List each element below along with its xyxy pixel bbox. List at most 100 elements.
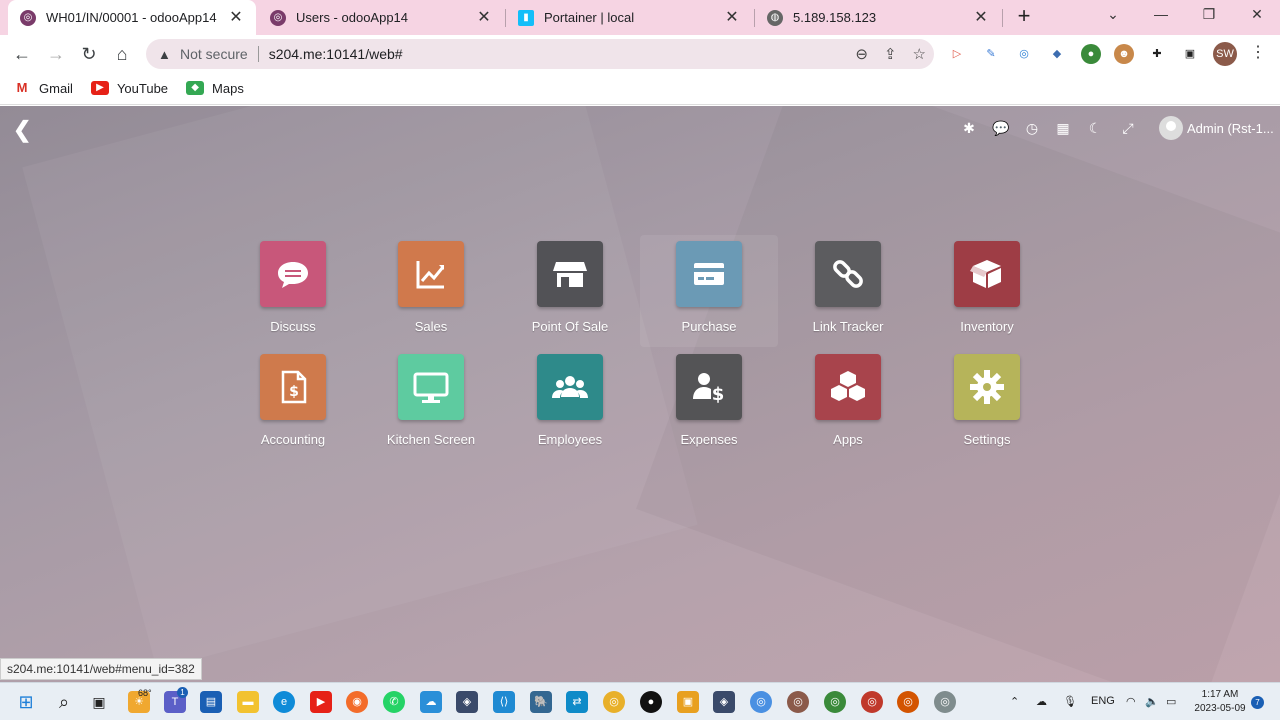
fullscreen-icon[interactable]: ⤢ <box>1119 120 1137 137</box>
moon-icon[interactable]: ☾ <box>1086 120 1104 137</box>
app-label: Employees <box>537 432 603 447</box>
close-icon[interactable]: ✕ <box>476 9 492 26</box>
whatsapp-icon[interactable]: ✆ <box>383 691 405 713</box>
chrome-profile-g-icon[interactable]: ◎ <box>824 691 846 713</box>
extension-globe-icon[interactable]: ● <box>1081 44 1101 64</box>
zoom-icon[interactable]: ⊖ <box>855 45 868 63</box>
bookmark-gmail[interactable]: M Gmail <box>13 81 73 96</box>
share-icon[interactable]: ⇪ <box>884 45 897 63</box>
edge-icon[interactable]: e <box>273 691 295 713</box>
tab-portainer[interactable]: ▮ Portainer | local ✕ <box>506 0 752 35</box>
postgres-icon[interactable]: 🐘 <box>530 691 552 713</box>
microphone-icon[interactable]: 🎙 <box>1063 695 1077 708</box>
bookmark-maps[interactable]: ◆ Maps <box>186 81 244 96</box>
virtualbox-icon[interactable]: ◈ <box>456 691 478 713</box>
clock-icon[interactable]: ◷ <box>1023 120 1041 137</box>
notification-badge[interactable]: 7 <box>1251 696 1264 709</box>
bug-icon[interactable]: ✱ <box>960 120 978 137</box>
file-explorer-icon[interactable]: ▬ <box>237 691 259 713</box>
forward-icon[interactable]: → <box>43 41 69 67</box>
tab-title: Users - odooApp14 <box>296 10 409 25</box>
url-text[interactable]: s204.me:10141/web# <box>269 46 403 62</box>
reload-icon[interactable]: ↻ <box>76 41 102 67</box>
calculator-icon[interactable]: ▦ <box>1054 120 1072 137</box>
extensions-puzzle-icon[interactable]: ✚ <box>1147 44 1167 64</box>
chrome-profile-s-icon[interactable]: ◎ <box>750 691 772 713</box>
chrome-profile-s2-icon[interactable]: ◎ <box>934 691 956 713</box>
purchase-icon <box>676 241 742 307</box>
recorder-icon[interactable]: ● <box>640 691 662 713</box>
warning-icon[interactable]: ▲ <box>158 47 172 62</box>
windows-start-icon[interactable]: ⊞ <box>15 691 37 713</box>
close-icon[interactable]: ✕ <box>228 9 244 26</box>
bookmark-youtube[interactable]: ▶ YouTube <box>90 81 168 96</box>
security-label[interactable]: Not secure <box>180 46 248 62</box>
extension-ring-icon[interactable]: ◎ <box>1014 44 1034 64</box>
volume-icon[interactable]: 🔈 <box>1145 695 1159 708</box>
extension-monkey-icon[interactable]: ☻ <box>1114 44 1134 64</box>
chrome-icon[interactable]: ◎ <box>603 691 625 713</box>
profile-avatar[interactable]: SW <box>1213 42 1237 66</box>
tab-users[interactable]: ◎ Users - odooApp14 ✕ <box>258 0 504 35</box>
app-accounting[interactable]: $ Accounting <box>224 348 362 460</box>
extension-diamond-icon[interactable]: ◆ <box>1047 44 1067 64</box>
chrome-profile-b-icon[interactable]: ◎ <box>861 691 883 713</box>
new-tab-button[interactable]: + <box>1012 5 1036 29</box>
tab-search-icon[interactable]: ⌄ <box>1101 6 1125 28</box>
app-inventory[interactable]: Inventory <box>918 235 1056 347</box>
tab-ip[interactable]: ◍ 5.189.158.123 ✕ <box>755 0 1001 35</box>
vscode-icon[interactable]: ⟨⟩ <box>493 691 515 713</box>
omnibox-actions: ⊖ ⇪ ☆ <box>855 45 926 63</box>
onedrive-icon[interactable]: ☁ <box>1036 695 1047 708</box>
side-panel-icon[interactable]: ▣ <box>1180 44 1200 64</box>
remote-desktop-icon[interactable]: ⇄ <box>566 691 588 713</box>
chat-icon[interactable]: 💬 <box>992 120 1010 137</box>
minimize-button[interactable]: — <box>1149 6 1173 28</box>
app-sales[interactable]: Sales <box>362 235 500 347</box>
app-discuss[interactable]: Discuss <box>224 235 362 347</box>
bookmark-star-icon[interactable]: ☆ <box>913 45 926 63</box>
svg-text:$: $ <box>712 384 725 405</box>
extension-pen-icon[interactable]: ✎ <box>981 44 1001 64</box>
close-icon[interactable]: ✕ <box>973 9 989 26</box>
chevron-up-icon[interactable]: ⌃ <box>1010 695 1019 708</box>
wifi-icon[interactable]: ◠ <box>1126 695 1136 708</box>
virtualbox-2-icon[interactable]: ◈ <box>713 691 735 713</box>
app-label: Point Of Sale <box>531 319 609 334</box>
restore-button[interactable]: ❐ <box>1197 6 1221 28</box>
system-clock[interactable]: 1:17 AM 2023-05-09 <box>1188 688 1252 716</box>
app-label: Purchase <box>681 319 737 334</box>
home-icon[interactable]: ⌂ <box>109 41 135 67</box>
app-point-of-sale[interactable]: Point Of Sale <box>501 235 639 347</box>
battery-icon[interactable]: ▭ <box>1166 695 1176 708</box>
address-bar[interactable]: ▲ Not secure s204.me:10141/web# ⊖ ⇪ ☆ <box>146 39 934 69</box>
app-settings[interactable]: Settings <box>918 348 1056 460</box>
cloud-app-icon[interactable]: ☁ <box>420 691 442 713</box>
app-employees[interactable]: Employees <box>501 348 639 460</box>
chrome-profile-user-icon[interactable]: ◎ <box>897 691 919 713</box>
firefox-icon[interactable]: ◉ <box>346 691 368 713</box>
app-kitchen-screen[interactable]: Kitchen Screen <box>362 348 500 460</box>
close-icon[interactable]: ✕ <box>724 9 740 26</box>
chevron-left-icon[interactable]: ❮ <box>13 117 31 143</box>
window-close-button[interactable]: ✕ <box>1245 6 1269 28</box>
app-link-tracker[interactable]: Link Tracker <box>779 235 917 347</box>
search-icon[interactable]: ⌕ <box>53 691 75 713</box>
app-expenses[interactable]: $ Expenses <box>640 348 778 460</box>
menu-icon[interactable]: ⋮ <box>1250 42 1266 62</box>
youtube-app-icon[interactable]: ▶ <box>310 691 332 713</box>
language-indicator[interactable]: ENG <box>1091 695 1115 707</box>
app-apps[interactable]: Apps <box>779 348 917 460</box>
maps-icon: ◆ <box>186 81 205 95</box>
back-icon[interactable]: ← <box>9 41 35 67</box>
app-label: Expenses <box>680 432 738 447</box>
task-view-icon[interactable]: ▣ <box>88 691 110 713</box>
chrome-profile-sw-icon[interactable]: ◎ <box>787 691 809 713</box>
tab-wh01[interactable]: ◎ WH01/IN/00001 - odooApp14 ✕ <box>8 0 256 35</box>
user-menu[interactable]: Admin (Rst-1... <box>1159 116 1274 140</box>
extension-cast-icon[interactable]: ▷ <box>947 44 967 64</box>
app-purchase[interactable]: Purchase <box>640 235 778 347</box>
bookmarks-bar: M Gmail ▶ YouTube ◆ Maps <box>0 72 1280 105</box>
store-icon[interactable]: ▤ <box>200 691 222 713</box>
app-window-icon[interactable]: ▣ <box>677 691 699 713</box>
